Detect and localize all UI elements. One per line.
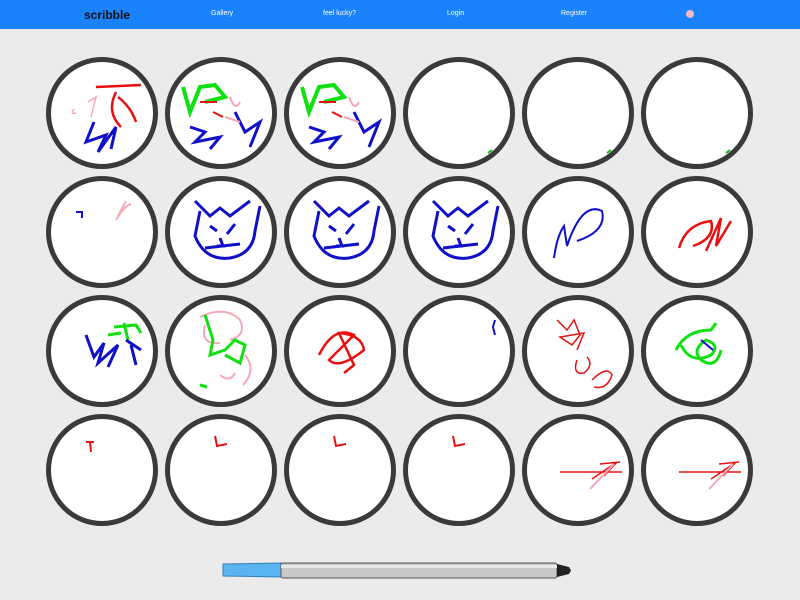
scribble-cell-4[interactable] bbox=[403, 57, 515, 169]
nav-link-feel-lucky[interactable]: feel lucky? bbox=[323, 10, 356, 17]
scribble-cell-3[interactable] bbox=[284, 57, 396, 169]
scribble-drawing bbox=[76, 200, 132, 221]
scribble-cell-18[interactable] bbox=[641, 295, 753, 407]
scribble-cell-11[interactable] bbox=[522, 176, 634, 288]
scribble-drawing bbox=[725, 149, 731, 154]
scribble-drawing bbox=[214, 435, 228, 448]
scribble-cell-16[interactable] bbox=[403, 295, 515, 407]
scribble-drawing bbox=[452, 435, 466, 448]
scribble-drawing bbox=[431, 199, 500, 260]
nav-link-register[interactable]: Register bbox=[561, 10, 587, 17]
scribble-drawing bbox=[553, 208, 604, 259]
scribble-cell-22[interactable] bbox=[403, 414, 515, 526]
scribble-drawing bbox=[86, 441, 94, 453]
scribble-cell-5[interactable] bbox=[522, 57, 634, 169]
marker-pen[interactable] bbox=[221, 561, 573, 580]
scribble-gallery bbox=[46, 57, 753, 526]
pen-cap bbox=[222, 562, 282, 578]
pen-tip bbox=[557, 564, 571, 577]
scribble-drawing bbox=[556, 318, 613, 389]
scribble-drawing bbox=[71, 83, 142, 153]
scribble-drawing bbox=[491, 319, 496, 336]
scribble-cell-23[interactable] bbox=[522, 414, 634, 526]
scribble-cell-2[interactable] bbox=[165, 57, 277, 169]
pen-highlight bbox=[281, 565, 557, 568]
scribble-cell-6[interactable] bbox=[641, 57, 753, 169]
brand-logo[interactable]: scribble bbox=[84, 8, 130, 22]
scribble-cell-10[interactable] bbox=[403, 176, 515, 288]
scribble-cell-17[interactable] bbox=[522, 295, 634, 407]
scribble-cell-21[interactable] bbox=[284, 414, 396, 526]
scribble-drawing bbox=[674, 322, 723, 365]
scribble-cell-20[interactable] bbox=[165, 414, 277, 526]
nav-link-gallery[interactable]: Gallery bbox=[211, 10, 233, 17]
scribble-cell-13[interactable] bbox=[46, 295, 158, 407]
scribble-drawing bbox=[317, 331, 366, 374]
scribble-drawing bbox=[84, 322, 143, 368]
scribble-drawing bbox=[487, 149, 493, 154]
scribble-cell-15[interactable] bbox=[284, 295, 396, 407]
scribble-drawing bbox=[181, 82, 264, 150]
nav-link-login[interactable]: Login bbox=[447, 10, 464, 17]
scribble-cell-7[interactable] bbox=[46, 176, 158, 288]
scribble-drawing bbox=[300, 82, 383, 150]
scribble-cell-8[interactable] bbox=[165, 176, 277, 288]
scribble-drawing bbox=[199, 310, 252, 389]
scribble-cell-12[interactable] bbox=[641, 176, 753, 288]
scribble-drawing bbox=[193, 199, 262, 260]
navbar: scribble Gallery feel lucky? Login Regis… bbox=[0, 0, 800, 29]
scribble-drawing bbox=[560, 461, 622, 490]
scribble-cell-19[interactable] bbox=[46, 414, 158, 526]
scribble-drawing bbox=[677, 217, 733, 252]
scribble-cell-24[interactable] bbox=[641, 414, 753, 526]
scribble-drawing bbox=[679, 461, 741, 490]
scribble-drawing bbox=[606, 149, 612, 154]
scribble-cell-9[interactable] bbox=[284, 176, 396, 288]
user-avatar-dot[interactable] bbox=[686, 10, 694, 18]
scribble-drawing bbox=[333, 435, 347, 448]
scribble-drawing bbox=[312, 199, 381, 260]
scribble-cell-1[interactable] bbox=[46, 57, 158, 169]
scribble-cell-14[interactable] bbox=[165, 295, 277, 407]
